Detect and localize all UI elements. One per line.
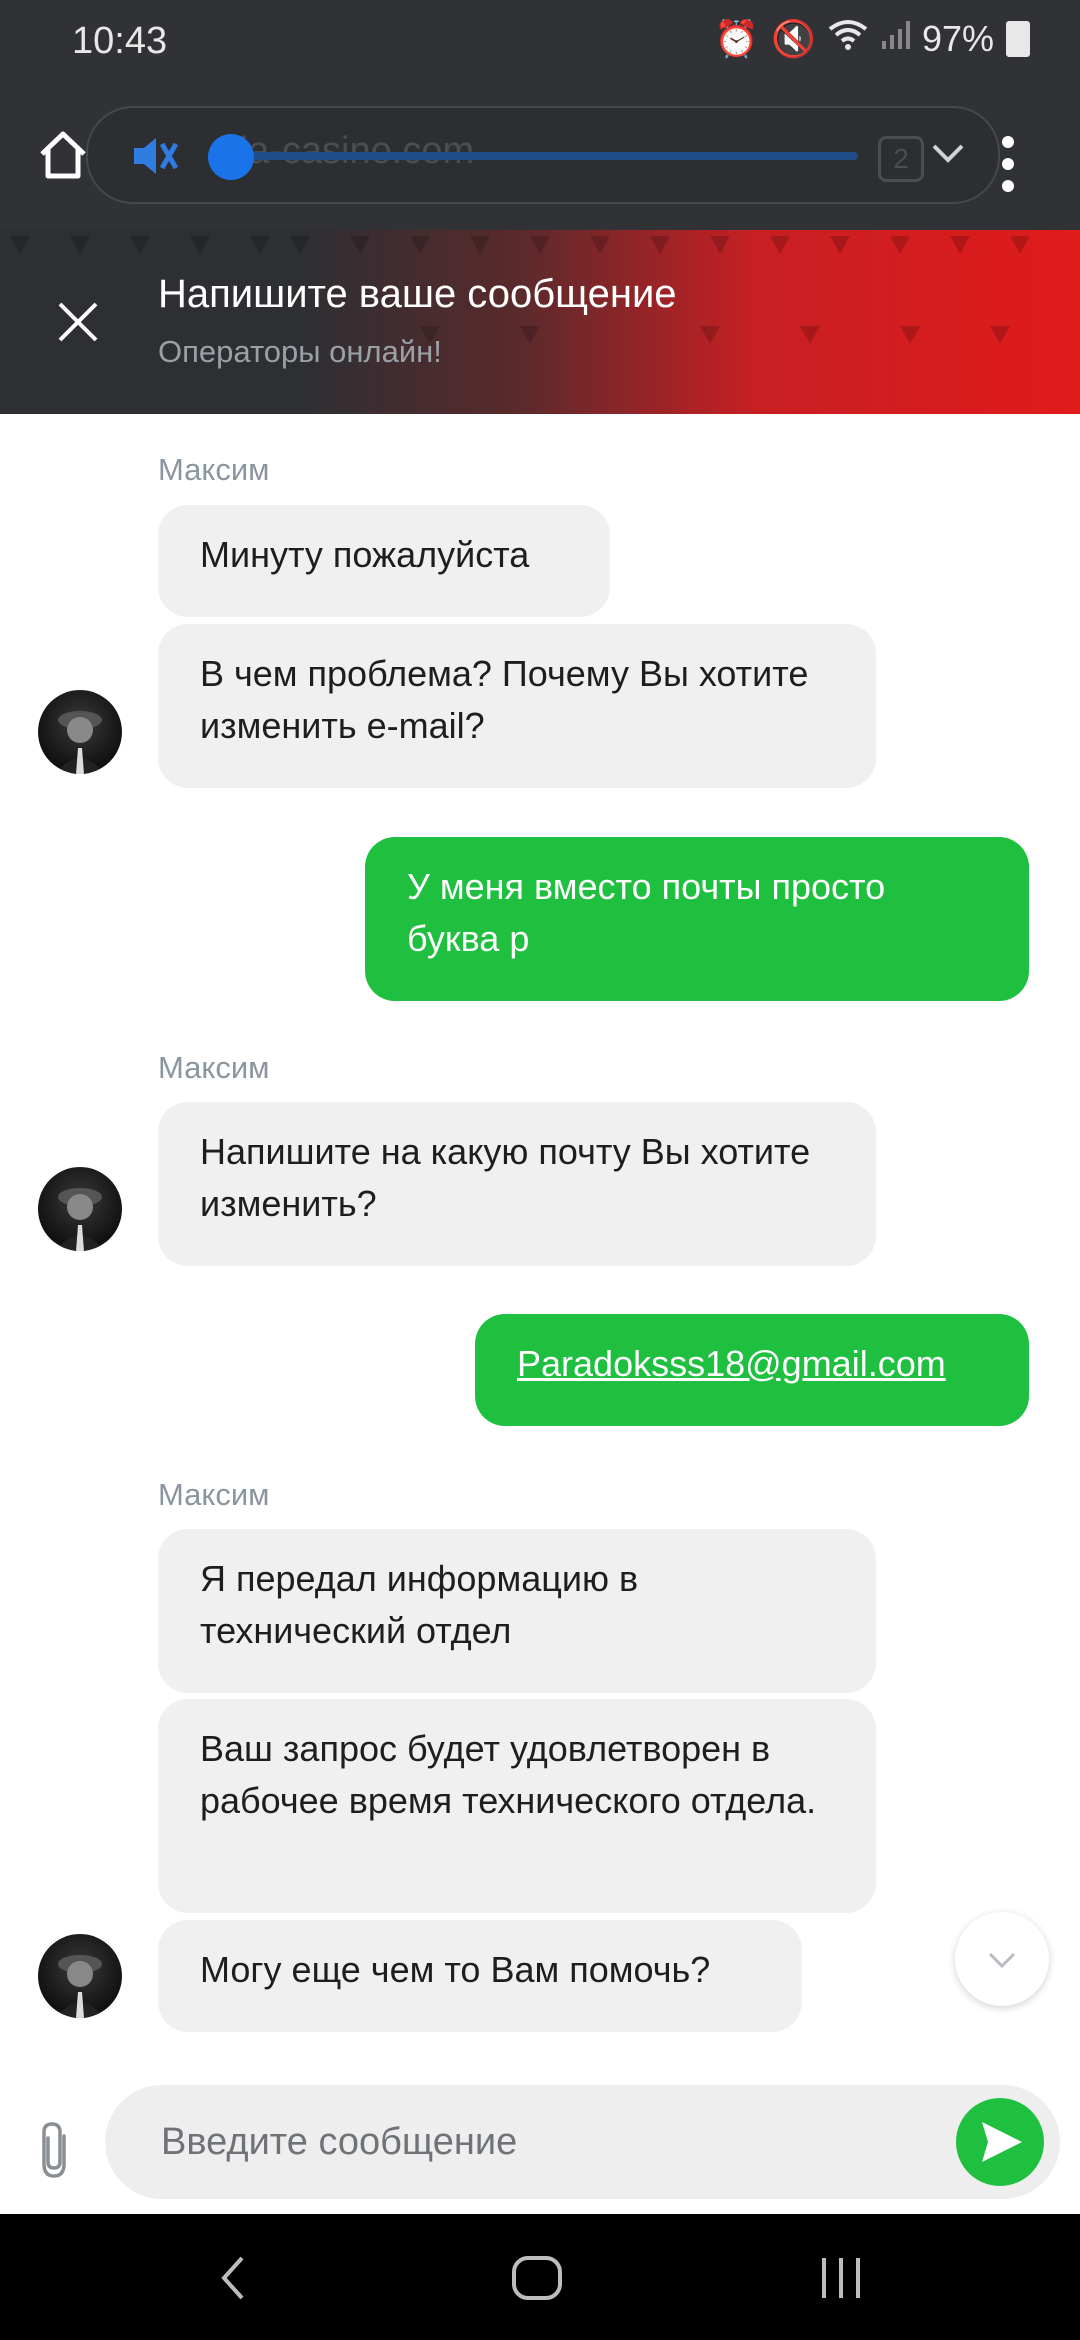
muted-tab-icon[interactable] xyxy=(130,134,180,178)
system-nav-bar xyxy=(0,2214,1080,2340)
incoming-message: Я передал информацию в технический отдел xyxy=(158,1529,876,1693)
scroll-down-button[interactable] xyxy=(955,1912,1049,2006)
incoming-message: Могу еще чем то Вам помочь? xyxy=(158,1920,802,2032)
status-icons: ⏰ 🔇 97% xyxy=(714,18,1030,60)
outgoing-message: Paradoksss18@gmail.com xyxy=(475,1314,1029,1426)
incoming-message: Ваш запрос будет удовлетворен в рабочее … xyxy=(158,1699,876,1913)
wifi-icon xyxy=(828,18,868,60)
chevron-down-icon[interactable] xyxy=(928,138,968,168)
paperclip-icon[interactable] xyxy=(36,2120,76,2180)
message-composer xyxy=(0,2070,1080,2214)
close-icon[interactable] xyxy=(56,300,100,344)
chat-title: Напишите ваше сообщение xyxy=(158,272,677,316)
operator-avatar xyxy=(38,1167,122,1251)
more-menu-icon[interactable] xyxy=(1000,134,1016,194)
outgoing-message: У меня вместо почты просто буква р xyxy=(365,837,1029,1001)
send-icon xyxy=(982,2122,1022,2162)
page-load-progress xyxy=(228,152,858,160)
sender-name: Максим xyxy=(158,452,270,487)
chat-subtitle: Операторы онлайн! xyxy=(158,334,442,369)
operator-avatar xyxy=(38,1934,122,2018)
browser-bar: afia-casino.com 2 xyxy=(0,86,1080,230)
sender-name: Максим xyxy=(158,1050,270,1085)
back-icon[interactable] xyxy=(218,2254,248,2302)
home-nav-icon[interactable] xyxy=(510,2254,564,2302)
status-bar: 10:43 ⏰ 🔇 97% xyxy=(0,0,1080,86)
sender-name: Максим xyxy=(158,1477,270,1512)
battery-icon xyxy=(1006,21,1030,57)
recent-apps-icon[interactable] xyxy=(818,2254,864,2302)
battery-level: 97% xyxy=(921,18,994,59)
progress-indicator xyxy=(208,134,254,180)
chevron-down-icon xyxy=(988,1952,1016,1969)
address-bar[interactable]: afia-casino.com 2 xyxy=(86,106,1000,204)
home-icon[interactable] xyxy=(36,128,90,182)
email-link[interactable]: Paradoksss18@gmail.com xyxy=(517,1343,946,1384)
signal-icon xyxy=(880,18,910,60)
tab-count-button[interactable]: 2 xyxy=(878,136,924,182)
incoming-message: Напишите на какую почту Вы хотите измени… xyxy=(158,1102,876,1266)
incoming-message: В чем проблема? Почему Вы хотите изменит… xyxy=(158,624,876,788)
alarm-icon: ⏰ xyxy=(714,18,760,59)
mute-icon: 🔇 xyxy=(771,18,816,59)
header-pattern xyxy=(10,236,1030,344)
chat-header: Напишите ваше сообщение Операторы онлайн… xyxy=(0,230,1080,414)
send-button[interactable] xyxy=(956,2098,1044,2186)
message-input[interactable] xyxy=(105,2085,1060,2199)
status-time: 10:43 xyxy=(72,20,168,62)
operator-avatar xyxy=(38,690,122,774)
incoming-message: Минуту пожалуйста xyxy=(158,505,610,617)
